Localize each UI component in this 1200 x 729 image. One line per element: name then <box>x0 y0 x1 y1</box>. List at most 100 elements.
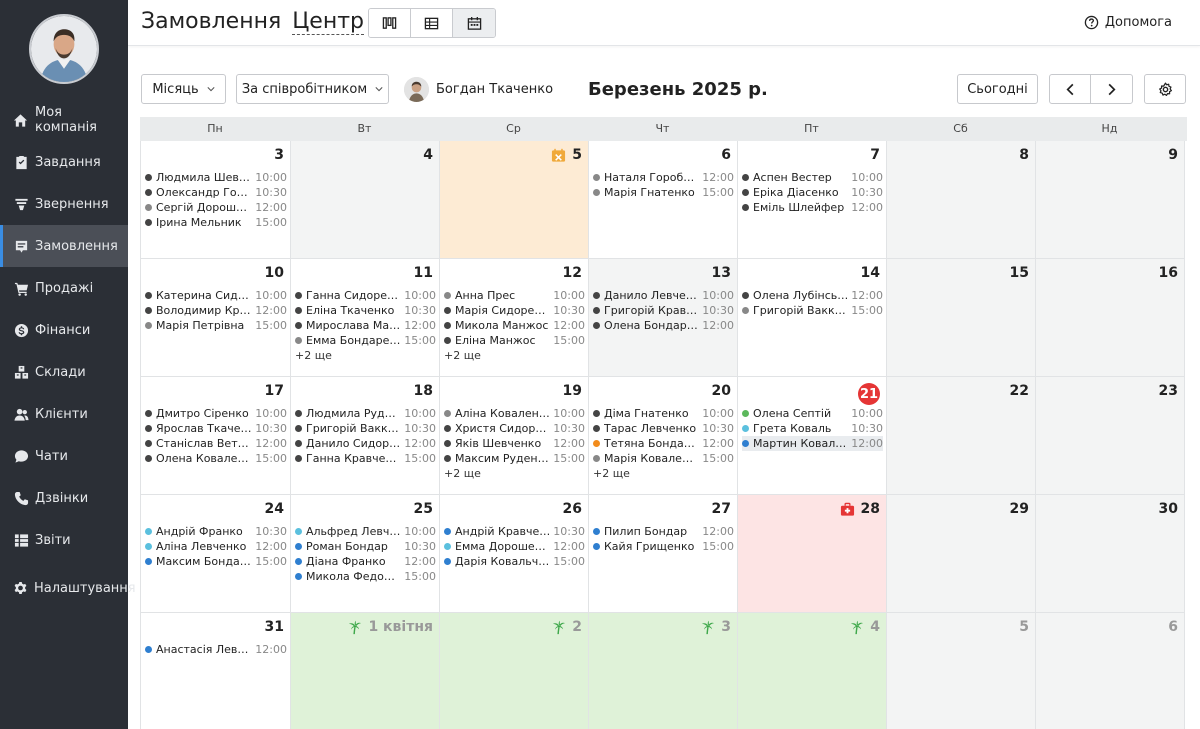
order-event[interactable]: Емма Бондаренко 15:00 <box>295 333 436 348</box>
order-event[interactable]: Олена Коваленко 15:00 <box>145 451 287 466</box>
order-event[interactable]: Мирослава Манжос12:00 <box>295 318 436 333</box>
calendar-day-cell[interactable]: 1 квітня <box>291 613 440 729</box>
order-event[interactable]: Данило Сидоренко12:00 <box>295 436 436 451</box>
calendar-day-cell[interactable]: 21 Олена Септій 10:00 Грета Коваль 10:30 Март… <box>738 377 887 495</box>
calendar-day-cell[interactable]: 16 <box>1036 259 1185 377</box>
sidebar-item[interactable]: Звернення <box>0 183 128 225</box>
order-event[interactable]: Тетяна Бондаренко12:00 <box>593 436 734 451</box>
sidebar-item[interactable]: Звіти <box>0 519 128 561</box>
calendar-day-cell[interactable]: 27 Пилип Бондар 12:00 Кайя Грищенко 15:00 <box>589 495 738 613</box>
kanban-view-button[interactable] <box>369 9 411 37</box>
order-event[interactable]: Альфред Левченко10:00 <box>295 524 436 539</box>
order-event[interactable]: Еміль Шлейфер 12:00 <box>742 200 883 215</box>
order-event[interactable]: Наталя Горобець 12:00 <box>593 170 734 185</box>
table-view-button[interactable] <box>411 9 453 37</box>
calendar-day-cell[interactable]: 20 Діма Гнатенко 10:00 Тарас Левченко 10:30 Т… <box>589 377 738 495</box>
calendar-day-cell[interactable]: 17 Дмитро Сіренко 10:00 Ярослав Ткаченко 10:… <box>141 377 291 495</box>
order-event[interactable]: Христя Сидоренко10:30 <box>444 421 585 436</box>
order-event[interactable]: Дарія Ковальчук 15:00 <box>444 554 585 569</box>
order-event[interactable]: Марія Гнатенко 15:00 <box>593 185 734 200</box>
order-event[interactable]: Олена Септій 10:00 <box>742 406 883 421</box>
order-event[interactable]: Людмила Руденко10:00 <box>295 406 436 421</box>
order-event[interactable]: Катерина Сидоренко10:00 <box>145 288 287 303</box>
order-event[interactable]: Олександр Гончар10:30 <box>145 185 287 200</box>
order-event[interactable]: Григорій Ваккаро 10:30 <box>295 421 436 436</box>
more-events-link[interactable]: +2 ще <box>295 349 436 362</box>
order-event[interactable]: Олена Бондаренко12:00 <box>593 318 734 333</box>
grouping-dropdown[interactable]: За співробітником <box>236 74 389 104</box>
calendar-day-cell[interactable]: 3 <box>589 613 738 729</box>
sidebar-item[interactable]: Завдання <box>0 141 128 183</box>
order-event[interactable]: Грета Коваль 10:30 <box>742 421 883 436</box>
order-event[interactable]: Діана Франко 12:00 <box>295 554 436 569</box>
order-event[interactable]: Марія Коваленко 15:00 <box>593 451 734 466</box>
order-event[interactable]: Емма Дорошенко 12:00 <box>444 539 585 554</box>
previous-month-button[interactable] <box>1049 74 1091 104</box>
calendar-day-cell[interactable]: 2 <box>440 613 589 729</box>
order-event[interactable]: Аліна Коваленко 10:00 <box>444 406 585 421</box>
sidebar-item[interactable]: Налаштування <box>0 567 136 609</box>
order-event[interactable]: Данило Левченко 10:00 <box>593 288 734 303</box>
calendar-day-cell[interactable]: 8 <box>887 141 1036 259</box>
order-event[interactable]: Ганна Кравченко 15:00 <box>295 451 436 466</box>
order-event[interactable]: Максим Бондаренко15:00 <box>145 554 287 569</box>
calendar-day-cell[interactable]: 30 <box>1036 495 1185 613</box>
calendar-day-cell[interactable]: 4 <box>738 613 887 729</box>
order-event[interactable]: Яків Шевченко 12:00 <box>444 436 585 451</box>
order-event[interactable]: Марія Петрівна 15:00 <box>145 318 287 333</box>
calendar-day-cell[interactable]: 18 Людмила Руденко10:00Григорій Ваккаро10… <box>291 377 440 495</box>
calendar-day-cell[interactable]: 24 Андрій Франко 10:30 Аліна Левченко 12:00 М… <box>141 495 291 613</box>
order-event[interactable]: Кайя Грищенко 15:00 <box>593 539 734 554</box>
calendar-day-cell[interactable]: 15 <box>887 259 1036 377</box>
calendar-day-cell[interactable]: 5 <box>887 613 1036 729</box>
calendar-day-cell[interactable]: 14 Олена Лубінська 12:00 Григорій Ваккар 15:… <box>738 259 887 377</box>
calendar-day-cell[interactable]: 23 <box>1036 377 1185 495</box>
more-events-link[interactable]: +2 ще <box>444 467 585 480</box>
sidebar-item[interactable]: Моя компанія <box>0 99 128 141</box>
order-event[interactable]: Мартин Коваленко12:00 <box>742 436 883 451</box>
order-event[interactable]: Микола Манжос 12:00 <box>444 318 585 333</box>
sidebar-item[interactable]: Клієнти <box>0 393 128 435</box>
order-event[interactable]: Сергій Дорошенко12:00 <box>145 200 287 215</box>
order-event[interactable]: Пилип Бондар 12:00 <box>593 524 734 539</box>
sidebar-item[interactable]: Фінанси <box>0 309 128 351</box>
calendar-day-cell[interactable]: 12 Анна Прес 10:00 Марія Сидоренко 10:30 Мико… <box>440 259 589 377</box>
order-event[interactable]: Анастасія Левченко12:00 <box>145 642 287 657</box>
order-event[interactable]: Еліна Ткаченко 10:30 <box>295 303 436 318</box>
order-event[interactable]: Дмитро Сіренко 10:00 <box>145 406 287 421</box>
calendar-day-cell[interactable]: 22 <box>887 377 1036 495</box>
calendar-day-cell[interactable]: 28 <box>738 495 887 613</box>
order-event[interactable]: Ярослав Ткаченко 10:30 <box>145 421 287 436</box>
calendar-day-cell[interactable]: 5 <box>440 141 589 259</box>
period-dropdown[interactable]: Місяць <box>141 74 226 104</box>
order-event[interactable]: Аліна Левченко 12:00 <box>145 539 287 554</box>
location-selector[interactable]: Центр <box>292 9 364 35</box>
calendar-day-cell[interactable]: 19 Аліна Коваленко10:00Христя Сидоренко10… <box>440 377 589 495</box>
calendar-day-cell[interactable]: 11 Ганна Сидоренко 10:00 Еліна Ткаченко 10:3… <box>291 259 440 377</box>
sidebar-item[interactable]: Замовлення <box>0 225 128 267</box>
order-event[interactable]: Аспен Вестер 10:00 <box>742 170 883 185</box>
sidebar-item[interactable]: Склади <box>0 351 128 393</box>
order-event[interactable]: Максим Руденко 15:00 <box>444 451 585 466</box>
calendar-day-cell[interactable]: 7 Аспен Вестер 10:00 Еріка Діасенко 10:30 Емі… <box>738 141 887 259</box>
sidebar-item[interactable]: Продажі <box>0 267 128 309</box>
order-event[interactable]: Станіслав Ветров 12:00 <box>145 436 287 451</box>
order-event[interactable]: Людмила Шевченко10:00 <box>145 170 287 185</box>
employee-selector[interactable]: Богдан Ткаченко <box>404 76 553 102</box>
calendar-day-cell[interactable]: 13 Данило Левченко 10:00 Григорій Кравець 10… <box>589 259 738 377</box>
order-event[interactable]: Тарас Левченко 10:30 <box>593 421 734 436</box>
order-event[interactable]: Андрій Франко 10:30 <box>145 524 287 539</box>
today-button[interactable]: Сьогодні <box>957 74 1038 104</box>
order-event[interactable]: Володимир Кравченко12:00 <box>145 303 287 318</box>
next-month-button[interactable] <box>1090 74 1133 104</box>
calendar-day-cell[interactable]: 4 <box>291 141 440 259</box>
order-event[interactable]: Еріка Діасенко 10:30 <box>742 185 883 200</box>
order-event[interactable]: Олена Лубінська 12:00 <box>742 288 883 303</box>
order-event[interactable]: Діма Гнатенко 10:00 <box>593 406 734 421</box>
order-event[interactable]: Андрій Кравченко 10:30 <box>444 524 585 539</box>
calendar-day-cell[interactable]: 3 Людмила Шевченко10:00Олександр Гончар10… <box>141 141 291 259</box>
more-events-link[interactable]: +2 ще <box>444 349 585 362</box>
calendar-day-cell[interactable]: 6 Наталя Горобець 12:00 Марія Гнатенко 15:00 <box>589 141 738 259</box>
calendar-day-cell[interactable]: 9 <box>1036 141 1185 259</box>
order-event[interactable]: Григорій Кравець 10:30 <box>593 303 734 318</box>
